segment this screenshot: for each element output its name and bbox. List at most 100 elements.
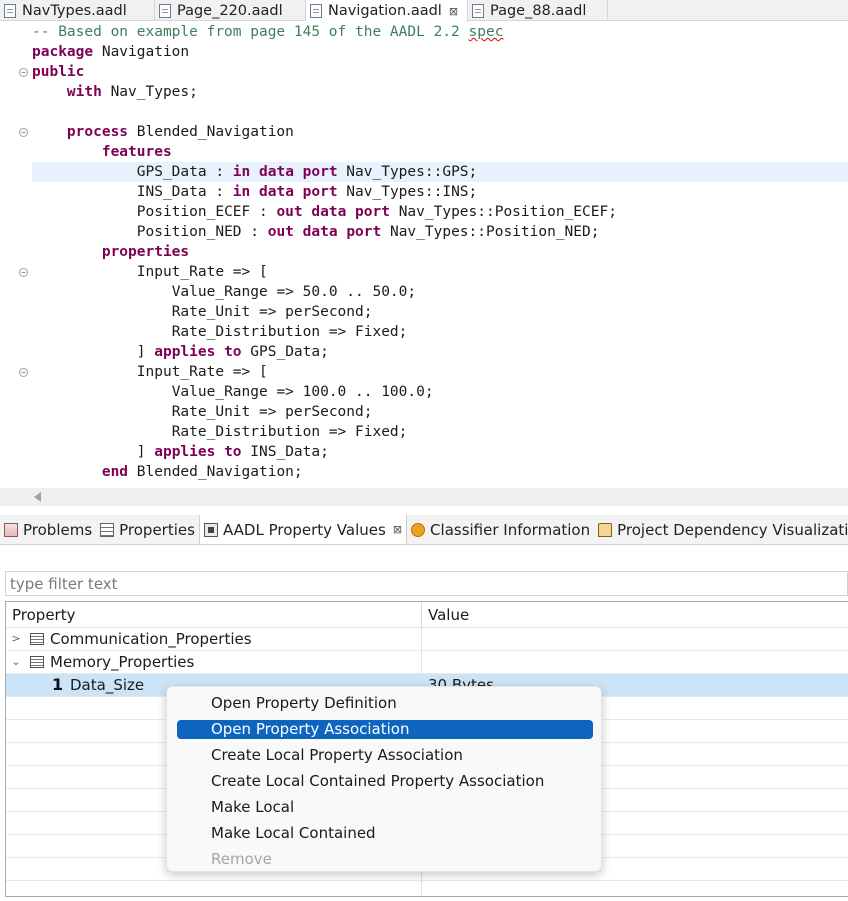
code-text: GPS_Data;	[241, 344, 329, 360]
tab-page-220[interactable]: Page_220.aadl	[155, 0, 306, 21]
code-text: INS_Data;	[241, 444, 329, 460]
menu-item-open-property-definition[interactable]: Open Property Definition	[177, 694, 593, 713]
code-text: Position_NED :	[136, 224, 268, 240]
code-line: Rate_Distribution => Fixed;	[32, 322, 848, 342]
fold-icon[interactable]: −	[19, 68, 28, 77]
code-text: Position_ECEF :	[136, 204, 277, 220]
column-header-value[interactable]: Value	[422, 602, 848, 628]
filter-input[interactable]	[10, 574, 847, 593]
code-text: Rate_Distribution => Fixed;	[171, 324, 408, 340]
tab-navtypes[interactable]: NavTypes.aadl	[0, 0, 155, 21]
menu-item-create-local-property-association[interactable]: Create Local Property Association	[177, 746, 593, 765]
table-row[interactable]: > Communication_Properties	[6, 628, 848, 651]
code-line: Input_Rate => [	[32, 362, 848, 382]
chevron-right-icon[interactable]: >	[10, 628, 22, 650]
keyword: to	[224, 444, 242, 460]
code-text: Blended_Navigation;	[128, 464, 303, 480]
code-line: Position_NED : out data port Nav_Types::…	[32, 222, 848, 242]
scroll-left-icon[interactable]	[34, 492, 41, 502]
keyword: port	[302, 184, 338, 200]
code-text: Value_Range => 100.0 .. 100.0;	[171, 384, 434, 400]
code-text: GPS_Data :	[136, 164, 233, 180]
property-label: Communication_Properties	[50, 630, 252, 648]
tab-properties[interactable]: Properties	[96, 515, 199, 544]
tab-aadl-property-values[interactable]: AADL Property Values ⊠	[198, 515, 408, 544]
file-icon	[472, 3, 484, 18]
horizontal-scrollbar[interactable]	[0, 488, 848, 506]
menu-item-make-local-contained[interactable]: Make Local Contained	[177, 824, 593, 843]
tab-navigation[interactable]: Navigation.aadl ⊠	[306, 0, 468, 22]
keyword: properties	[101, 244, 190, 260]
value-cell	[422, 651, 848, 673]
keyword: data	[259, 184, 294, 200]
table-row-empty	[6, 881, 848, 896]
property-label: Data_Size	[70, 676, 145, 694]
code-text: Nav_Types::Position_ECEF;	[389, 204, 617, 220]
code-text: Nav_Types::GPS;	[337, 164, 478, 180]
keyword: port	[355, 204, 390, 220]
close-icon[interactable]: ⊠	[449, 5, 458, 18]
close-icon[interactable]: ⊠	[393, 523, 402, 536]
property-set-icon	[30, 633, 44, 645]
context-menu: Open Property Definition Open Property A…	[166, 686, 602, 872]
tab-problems[interactable]: Problems	[0, 515, 96, 544]
dependency-icon	[598, 522, 613, 537]
code-text: Value_Range => 50.0 .. 50.0;	[171, 284, 417, 300]
property-label: Memory_Properties	[50, 653, 195, 671]
table-row[interactable]: ⌄ Memory_Properties	[6, 651, 848, 674]
keyword: features	[101, 144, 172, 160]
keyword: public	[32, 64, 85, 80]
tab-label: Project Dependency Visualizatio	[617, 520, 848, 539]
code-text: Navigation	[93, 44, 190, 60]
tab-label: Navigation.aadl	[328, 3, 442, 19]
menu-item-make-local[interactable]: Make Local	[177, 798, 593, 817]
fold-icon[interactable]: −	[19, 368, 28, 377]
code-line: features	[32, 142, 848, 162]
code-text: Rate_Distribution => Fixed;	[171, 424, 408, 440]
code-line: Value_Range => 50.0 .. 50.0;	[32, 282, 848, 302]
code-line: end Blended_Navigation;	[32, 462, 848, 482]
classifier-icon	[411, 522, 426, 537]
code-line: -- Based on example from page 145 of the…	[32, 22, 848, 42]
tab-label: NavTypes.aadl	[22, 2, 127, 19]
code-text: Input_Rate => [	[136, 264, 268, 280]
comment-text: spec	[468, 24, 504, 40]
fold-icon[interactable]: −	[19, 268, 28, 277]
tab-project-dependency[interactable]: Project Dependency Visualizatio	[594, 515, 848, 544]
tab-classifier-information[interactable]: Classifier Information	[407, 515, 594, 544]
menu-item-create-local-contained-property-association[interactable]: Create Local Contained Property Associat…	[177, 772, 593, 791]
tab-label: Classifier Information	[430, 520, 591, 539]
code-line-current: GPS_Data : in data port Nav_Types::GPS;	[32, 162, 848, 182]
code-editor[interactable]: − − − − -- Based on example from page 14…	[0, 22, 848, 488]
menu-item-remove: Remove	[211, 850, 272, 868]
keyword: in	[232, 164, 251, 180]
tab-label: Page_88.aadl	[490, 2, 587, 19]
code-text: Nav_Types;	[101, 84, 198, 100]
tab-label: Problems	[23, 520, 93, 539]
code-text: ]	[136, 344, 155, 360]
keyword: applies	[154, 344, 216, 360]
keyword: package	[32, 44, 94, 60]
fold-icon[interactable]: −	[19, 128, 28, 137]
code-line: INS_Data : in data port Nav_Types::INS;	[32, 182, 848, 202]
tab-label: Properties	[119, 520, 195, 539]
tab-label: Page_220.aadl	[177, 2, 283, 19]
property-cell: ⌄ Memory_Properties	[6, 651, 422, 673]
keyword: data	[259, 164, 294, 180]
chevron-down-icon[interactable]: ⌄	[10, 651, 22, 673]
local-value-icon: 1	[52, 675, 64, 694]
tab-page-88[interactable]: Page_88.aadl	[468, 0, 608, 21]
code-line: ] applies to GPS_Data;	[32, 342, 848, 362]
code-line: Rate_Distribution => Fixed;	[32, 422, 848, 442]
value-cell	[422, 628, 848, 650]
menu-item-open-property-association[interactable]: Open Property Association	[177, 720, 593, 739]
column-header-property[interactable]: Property	[6, 602, 422, 628]
keyword: process	[66, 124, 129, 140]
